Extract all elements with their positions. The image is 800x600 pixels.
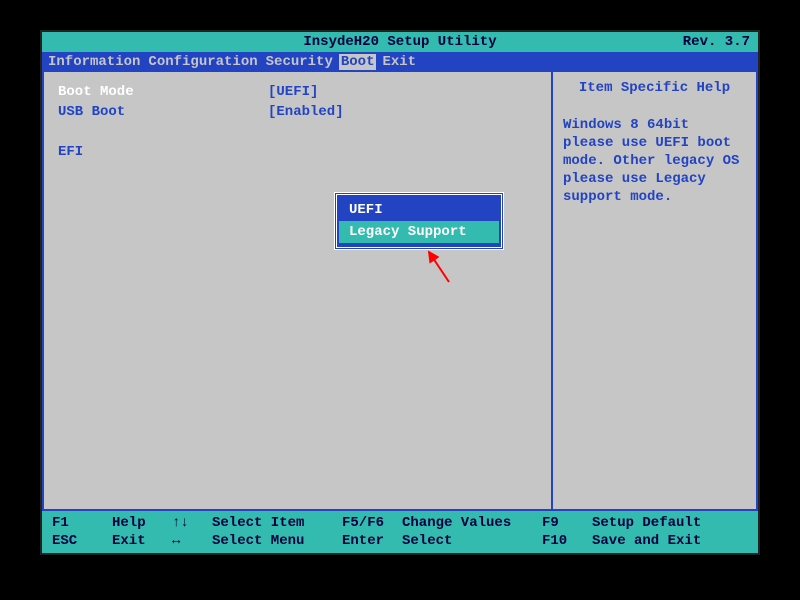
tab-configuration[interactable]: Configuration xyxy=(146,54,259,70)
main-area: Boot ModeUSB Boot EFI [UEFI][Enabled] UE… xyxy=(42,72,758,511)
footer-key: ↔ xyxy=(172,532,212,550)
footer-key: Exit xyxy=(112,532,172,550)
setting-value[interactable]: [Enabled] xyxy=(268,102,537,122)
footer-key: ↑↓ xyxy=(172,514,212,532)
setting-label[interactable]: USB Boot xyxy=(58,102,268,122)
tab-exit[interactable]: Exit xyxy=(380,54,418,70)
app-title: InsydeH20 Setup Utility xyxy=(303,34,496,50)
footer-bar: F1Help↑↓Select ItemF5/F6Change ValuesF9S… xyxy=(42,511,758,553)
bios-screen: InsydeH20 Setup Utility Rev. 3.7 Informa… xyxy=(40,30,760,555)
footer-key: ESC xyxy=(52,532,112,550)
popup-option[interactable]: Legacy Support xyxy=(339,221,499,243)
setting-label[interactable]: EFI xyxy=(58,142,268,162)
help-text: Windows 8 64bit please use UEFI boot mod… xyxy=(563,116,746,206)
footer-key: Select Item xyxy=(212,514,342,532)
settings-pane: Boot ModeUSB Boot EFI [UEFI][Enabled] UE… xyxy=(44,72,551,509)
tab-security[interactable]: Security xyxy=(264,54,335,70)
footer-key: F5/F6 xyxy=(342,514,402,532)
setting-value[interactable]: [UEFI] xyxy=(268,82,537,102)
popup-option[interactable]: UEFI xyxy=(339,199,499,221)
footer-row: ESCExit↔Select MenuEnterSelectF10Save an… xyxy=(52,532,748,550)
title-bar: InsydeH20 Setup Utility Rev. 3.7 xyxy=(42,32,758,52)
footer-key: Select Menu xyxy=(212,532,342,550)
boot-mode-popup: UEFILegacy Support xyxy=(334,192,504,250)
menu-bar: Information Configuration Security Boot … xyxy=(42,52,758,72)
help-title: Item Specific Help xyxy=(563,80,746,96)
footer-key: Enter xyxy=(342,532,402,550)
footer-key: Select xyxy=(402,532,542,550)
setting-value xyxy=(268,142,537,162)
revision-label: Rev. 3.7 xyxy=(683,34,750,50)
footer-key: Help xyxy=(112,514,172,532)
footer-key: F10 xyxy=(542,532,592,550)
footer-key: Change Values xyxy=(402,514,542,532)
footer-key: F9 xyxy=(542,514,592,532)
help-pane: Item Specific Help Windows 8 64bit pleas… xyxy=(551,72,756,509)
footer-key: F1 xyxy=(52,514,112,532)
setting-label xyxy=(58,122,268,142)
setting-value xyxy=(268,122,537,142)
setting-label[interactable]: Boot Mode xyxy=(58,82,268,102)
footer-key: Save and Exit xyxy=(592,532,732,550)
footer-row: F1Help↑↓Select ItemF5/F6Change ValuesF9S… xyxy=(52,514,748,532)
tab-information[interactable]: Information xyxy=(46,54,142,70)
tab-boot[interactable]: Boot xyxy=(339,54,377,70)
footer-key: Setup Default xyxy=(592,514,732,532)
